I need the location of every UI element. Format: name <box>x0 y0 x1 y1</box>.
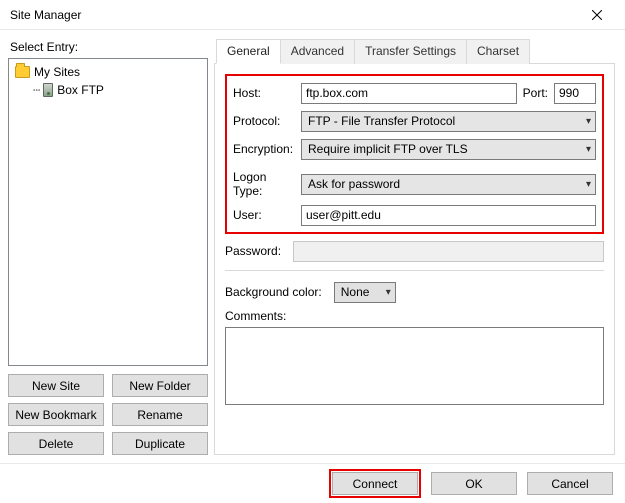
tab-charset[interactable]: Charset <box>466 39 530 64</box>
chevron-down-icon: ▾ <box>386 287 391 298</box>
tree-connector: ⋯ <box>33 83 39 97</box>
rename-button[interactable]: Rename <box>112 403 208 426</box>
cancel-button[interactable]: Cancel <box>527 472 613 495</box>
password-input <box>293 241 604 262</box>
general-pane: Host: Port: Protocol: FTP - File Transfe… <box>214 64 615 455</box>
port-label: Port: <box>523 86 548 100</box>
connection-fields-highlight: Host: Port: Protocol: FTP - File Transfe… <box>225 74 604 234</box>
background-color-label: Background color: <box>225 285 322 299</box>
server-icon <box>43 83 53 97</box>
chevron-down-icon: ▾ <box>586 144 591 155</box>
logon-type-select[interactable]: Ask for password ▾ <box>301 174 596 195</box>
protocol-value: FTP - File Transfer Protocol <box>308 114 455 128</box>
protocol-label: Protocol: <box>233 114 295 128</box>
site-tree[interactable]: My Sites ⋯ Box FTP <box>8 58 208 366</box>
connect-button[interactable]: Connect <box>332 472 418 495</box>
window-title: Site Manager <box>10 8 81 22</box>
dialog-footer: Connect OK Cancel <box>0 463 625 503</box>
logon-type-value: Ask for password <box>308 177 400 191</box>
delete-button[interactable]: Delete <box>8 432 104 455</box>
tree-root-my-sites[interactable]: My Sites <box>13 63 203 81</box>
comments-label: Comments: <box>225 309 604 323</box>
new-site-button[interactable]: New Site <box>8 374 104 397</box>
chevron-down-icon: ▾ <box>586 116 591 127</box>
folder-icon <box>15 66 30 78</box>
tab-transfer-settings[interactable]: Transfer Settings <box>354 39 467 64</box>
tree-item-label: Box FTP <box>57 83 104 97</box>
tree-item-box-ftp[interactable]: ⋯ Box FTP <box>13 81 203 99</box>
encryption-select[interactable]: Require implicit FTP over TLS ▾ <box>301 139 596 160</box>
connect-button-highlight: Connect <box>329 469 421 498</box>
tab-general[interactable]: General <box>216 39 281 64</box>
select-entry-label: Select Entry: <box>10 40 208 54</box>
encryption-label: Encryption: <box>233 142 295 156</box>
logon-type-label: Logon Type: <box>233 170 295 198</box>
comments-textarea[interactable] <box>225 327 604 405</box>
host-label: Host: <box>233 86 295 100</box>
duplicate-button[interactable]: Duplicate <box>112 432 208 455</box>
new-folder-button[interactable]: New Folder <box>112 374 208 397</box>
divider <box>225 270 604 271</box>
background-color-value: None <box>341 285 370 299</box>
encryption-value: Require implicit FTP over TLS <box>308 142 468 156</box>
tab-advanced[interactable]: Advanced <box>280 39 355 64</box>
user-label: User: <box>233 208 295 222</box>
user-input[interactable] <box>301 205 596 226</box>
tabs: General Advanced Transfer Settings Chars… <box>214 38 615 64</box>
protocol-select[interactable]: FTP - File Transfer Protocol ▾ <box>301 111 596 132</box>
host-input[interactable] <box>301 83 517 104</box>
ok-button[interactable]: OK <box>431 472 517 495</box>
new-bookmark-button[interactable]: New Bookmark <box>8 403 104 426</box>
close-button[interactable] <box>577 1 617 29</box>
background-color-select[interactable]: None ▾ <box>334 282 396 303</box>
password-label: Password: <box>225 244 287 258</box>
tree-item-label: My Sites <box>34 65 80 79</box>
port-input[interactable] <box>554 83 596 104</box>
chevron-down-icon: ▾ <box>586 179 591 190</box>
